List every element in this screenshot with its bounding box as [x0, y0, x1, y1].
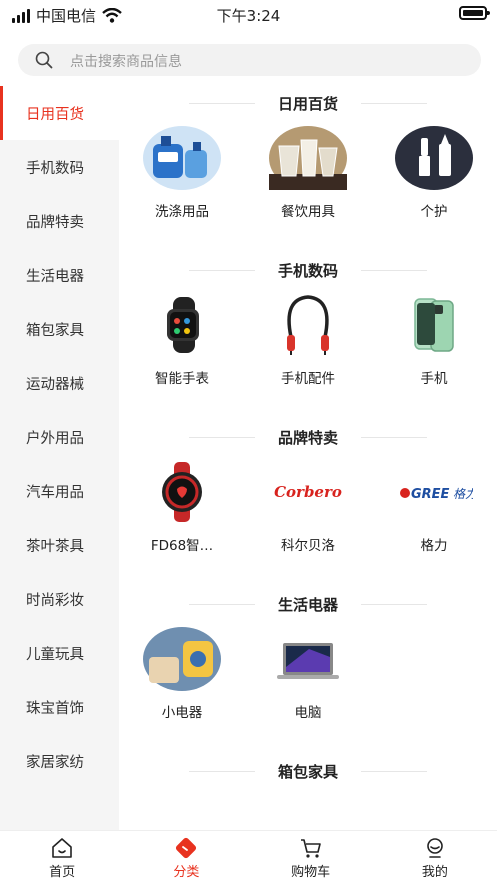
sidebar-item-makeup[interactable]: 时尚彩妆	[0, 572, 119, 626]
earphones-image	[269, 293, 347, 357]
sidebar-item-digital[interactable]: 手机数码	[0, 140, 119, 194]
red-watch-image	[143, 460, 221, 524]
product-grid: FD68智… Corbero 科尔贝洛 GREE 格力 格力	[119, 454, 497, 587]
sidebar-item-label: 户外用品	[26, 430, 84, 447]
category-cell[interactable]: 洗涤用品	[119, 120, 245, 253]
sidebar-item-brand-sale[interactable]: 品牌特卖	[0, 194, 119, 248]
cart-icon	[300, 839, 321, 858]
gree-logo: GREE 格力	[395, 460, 473, 524]
search-icon	[35, 51, 53, 69]
home-icon	[52, 838, 72, 858]
sidebar-item-jewelry[interactable]: 珠宝首饰	[0, 680, 119, 734]
sidebar-item-label: 时尚彩妆	[26, 592, 84, 609]
category-label: FD68智…	[150, 538, 214, 554]
laptop-image	[269, 627, 347, 691]
category-sidebar: 日用百货 手机数码 品牌特卖 生活电器 箱包家具 运动器械 户外用品 汽车用品 …	[0, 86, 119, 830]
sidebar-item-daily-goods[interactable]: 日用百货	[0, 86, 119, 140]
category-label: 餐饮用具	[281, 204, 335, 220]
small-appliance-image	[143, 627, 221, 691]
sidebar-item-toys[interactable]: 儿童玩具	[0, 626, 119, 680]
svg-text:Corbero: Corbero	[274, 483, 342, 501]
sidebar-item-label: 生活电器	[26, 268, 84, 285]
sidebar-item-appliances[interactable]: 生活电器	[0, 248, 119, 302]
category-cell[interactable]: 电脑	[245, 621, 371, 754]
category-cell[interactable]: GREE 格力 格力	[371, 454, 497, 587]
category-cell[interactable]: FD68智…	[119, 454, 245, 587]
sidebar-item-label: 儿童玩具	[26, 646, 84, 663]
category-label: 电脑	[294, 705, 322, 721]
battery-icon	[459, 6, 490, 20]
section-title: 手机数码	[119, 253, 497, 287]
section-title: 箱包家具	[119, 754, 497, 788]
sidebar-item-outdoor[interactable]: 户外用品	[0, 410, 119, 464]
sidebar-item-sports[interactable]: 运动器械	[0, 356, 119, 410]
sidebar-item-label: 品牌特卖	[26, 214, 84, 231]
category-cell[interactable]: 手机配件	[245, 287, 371, 420]
svg-text:GREE: GREE	[411, 487, 450, 502]
category-cell[interactable]: 小电器	[119, 621, 245, 754]
sidebar-item-label: 手机数码	[26, 160, 84, 177]
sidebar-item-luggage-furniture[interactable]: 箱包家具	[0, 302, 119, 356]
category-cell[interactable]: 餐饮用具	[245, 120, 371, 253]
category-label: 小电器	[161, 705, 203, 721]
sidebar-item-tea[interactable]: 茶叶茶具	[0, 518, 119, 572]
category-label: 科尔贝洛	[281, 538, 335, 554]
section-title: 品牌特卖	[119, 420, 497, 454]
phone-image	[395, 293, 473, 357]
smartwatch-image	[143, 293, 221, 357]
bottom-tab-bar: 首页 分类 购物车 我的	[0, 830, 497, 883]
lipstick-image	[395, 126, 473, 190]
category-cell[interactable]: 手机	[371, 287, 497, 420]
category-label: 个护	[420, 204, 448, 220]
sidebar-item-label: 茶叶茶具	[26, 538, 84, 555]
tab-label: 购物车	[291, 865, 331, 880]
detergent-image	[143, 126, 221, 190]
category-content: 日用百货 洗涤用品 餐饮用具 个护 手机数码 智能手表 手机配件 手机 品牌特卖…	[119, 86, 497, 830]
category-cell[interactable]: Corbero 科尔贝洛	[245, 454, 371, 587]
category-label: 手机配件	[281, 371, 335, 387]
corbero-logo: Corbero	[269, 460, 347, 524]
sidebar-item-home-textiles[interactable]: 家居家纺	[0, 734, 119, 788]
glassware-image	[269, 126, 347, 190]
sidebar-item-label: 珠宝首饰	[26, 700, 84, 717]
sidebar-item-label: 运动器械	[26, 376, 84, 393]
section-title: 日用百货	[119, 86, 497, 120]
sidebar-item-label: 日用百货	[26, 106, 84, 123]
tab-label: 我的	[421, 865, 448, 880]
category-cell[interactable]: 智能手表	[119, 287, 245, 420]
sidebar-item-label: 汽车用品	[26, 484, 84, 501]
tab-cart[interactable]: 购物车	[249, 831, 373, 883]
clock: 下午3:24	[216, 7, 281, 25]
section-title: 生活电器	[119, 587, 497, 621]
category-label: 洗涤用品	[155, 204, 209, 220]
svg-text:格力: 格力	[453, 487, 473, 501]
category-icon	[176, 837, 197, 859]
profile-icon	[427, 838, 443, 858]
tab-home[interactable]: 首页	[0, 831, 124, 883]
tab-label: 分类	[173, 865, 200, 880]
tab-profile[interactable]: 我的	[373, 831, 497, 883]
tab-label: 首页	[49, 865, 76, 880]
status-bar: 中国电信 下午3:24	[0, 0, 497, 30]
sidebar-item-label: 家居家纺	[26, 754, 84, 771]
sidebar-item-automotive[interactable]: 汽车用品	[0, 464, 119, 518]
product-grid: 洗涤用品 餐饮用具 个护	[119, 120, 497, 253]
product-grid: 小电器 电脑	[119, 621, 497, 754]
category-cell[interactable]: 个护	[371, 120, 497, 253]
category-label: 格力	[420, 538, 448, 554]
search-placeholder: 点击搜索商品信息	[70, 54, 182, 70]
category-label: 手机	[420, 371, 448, 387]
tab-category[interactable]: 分类	[124, 831, 248, 883]
category-label: 智能手表	[155, 371, 209, 387]
product-grid: 智能手表 手机配件 手机	[119, 287, 497, 420]
search-bar[interactable]: 点击搜索商品信息	[18, 44, 481, 76]
sidebar-item-label: 箱包家具	[26, 322, 84, 339]
